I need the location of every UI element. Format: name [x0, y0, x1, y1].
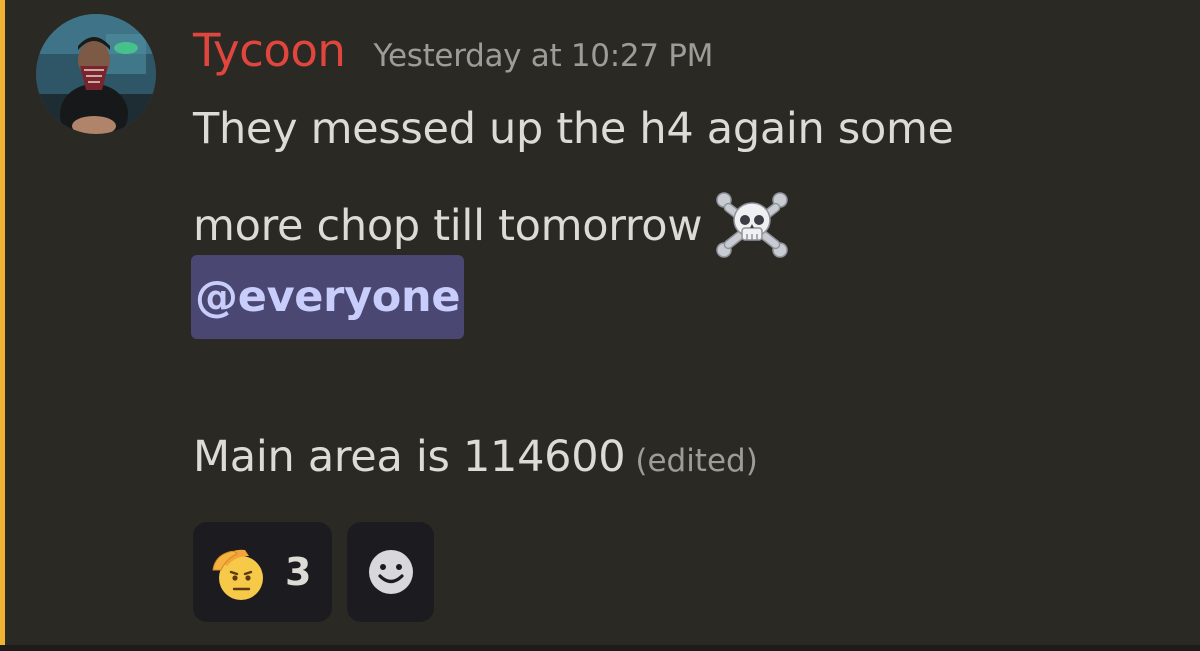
message-text-line: Main area is 114600 (edited) — [193, 432, 758, 482]
reaction-count: 3 — [285, 550, 312, 594]
message-text-line: more chop till tomorrow — [193, 188, 790, 264]
saluting-face-icon — [207, 540, 271, 604]
message-text-line: They messed up the h4 again some — [193, 104, 954, 154]
message-header: Tycoon Yesterday at 10:27 PM — [193, 24, 713, 77]
edited-label[interactable]: (edited) — [635, 443, 757, 479]
skull-and-crossbones-icon — [714, 188, 790, 264]
add-reaction-button[interactable] — [347, 522, 434, 622]
timestamp[interactable]: Yesterday at 10:27 PM — [373, 38, 713, 74]
avatar[interactable] — [36, 14, 156, 134]
reaction-saluting-face[interactable]: 3 — [193, 522, 332, 622]
message-text: Main area is 114600 — [193, 432, 626, 482]
username[interactable]: Tycoon — [193, 24, 346, 77]
add-reaction-smile-icon — [364, 545, 418, 599]
mention-highlight-bar — [0, 0, 5, 645]
bottom-divider — [0, 645, 1200, 651]
message-text: more chop till tomorrow — [193, 201, 703, 251]
everyone-mention[interactable]: @everyone — [191, 255, 465, 339]
message-view: Tycoon Yesterday at 10:27 PM They messed… — [0, 0, 1200, 651]
